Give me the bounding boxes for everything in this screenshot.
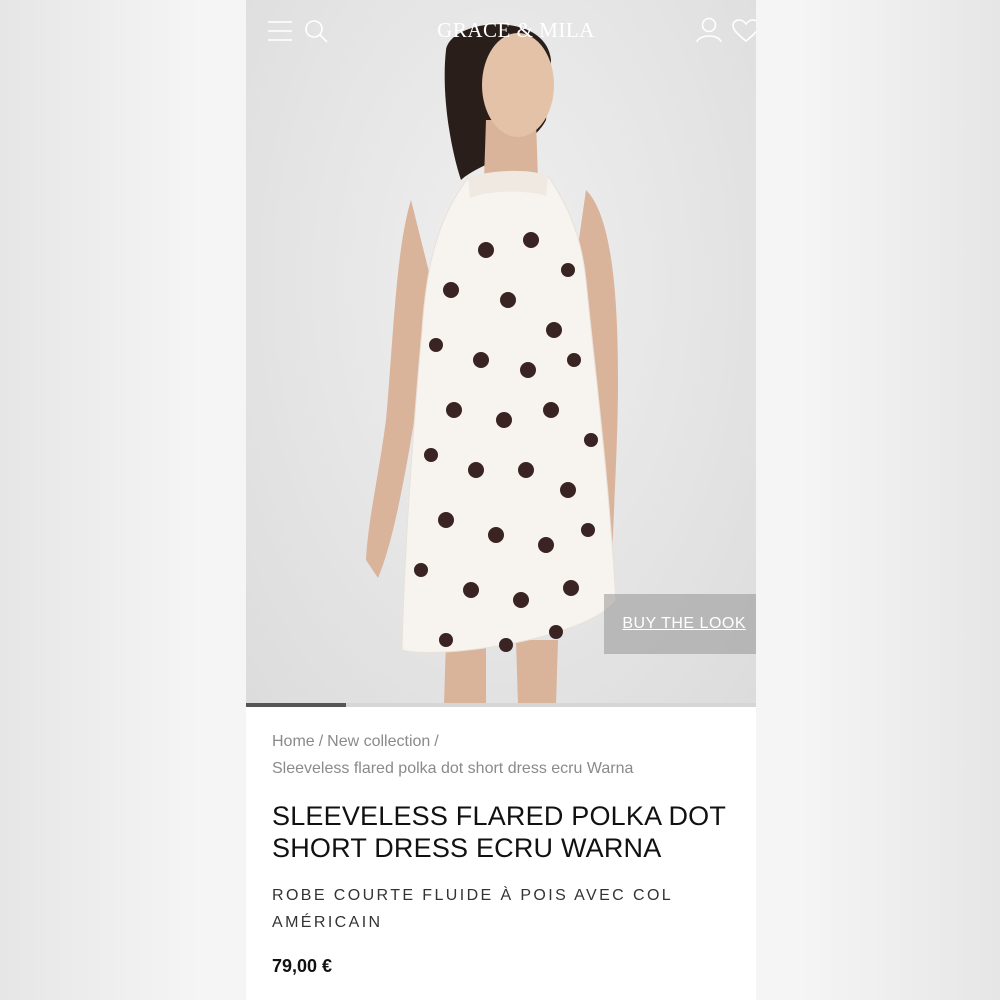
mobile-product-page: GRACE & MILA BUY THE LOOK Home / New colle… bbox=[246, 0, 756, 1000]
account-icon[interactable] bbox=[696, 17, 722, 43]
breadcrumb-home[interactable]: Home bbox=[272, 733, 315, 750]
slider-active-segment bbox=[246, 703, 346, 707]
product-subtitle: ROBE COURTE FLUIDE À POIS AVEC COL AMÉRI… bbox=[272, 887, 673, 931]
product-title: SLEEVELESS FLARED POLKA DOT SHORT DRESS … bbox=[272, 801, 726, 863]
brand-logo[interactable]: GRACE & MILA bbox=[246, 18, 756, 43]
buy-the-look-label: BUY THE LOOK bbox=[622, 615, 746, 632]
breadcrumb-separator: / bbox=[434, 733, 439, 750]
heart-icon[interactable] bbox=[732, 19, 756, 43]
image-slider-indicator bbox=[246, 703, 756, 707]
buy-the-look-button[interactable]: BUY THE LOOK bbox=[604, 594, 756, 654]
breadcrumb-separator: / bbox=[318, 733, 324, 750]
breadcrumb: Home / New collection / Sleeveless flared p… bbox=[272, 728, 742, 782]
product-image[interactable]: GRACE & MILA BUY THE LOOK bbox=[246, 0, 756, 705]
top-navigation-bar: GRACE & MILA bbox=[246, 0, 756, 62]
breadcrumb-new-collection[interactable]: New collection bbox=[327, 733, 430, 750]
breadcrumb-current-product[interactable]: Sleeveless flared polka dot short dress … bbox=[272, 760, 633, 777]
product-price: 79,00 € bbox=[272, 956, 333, 976]
